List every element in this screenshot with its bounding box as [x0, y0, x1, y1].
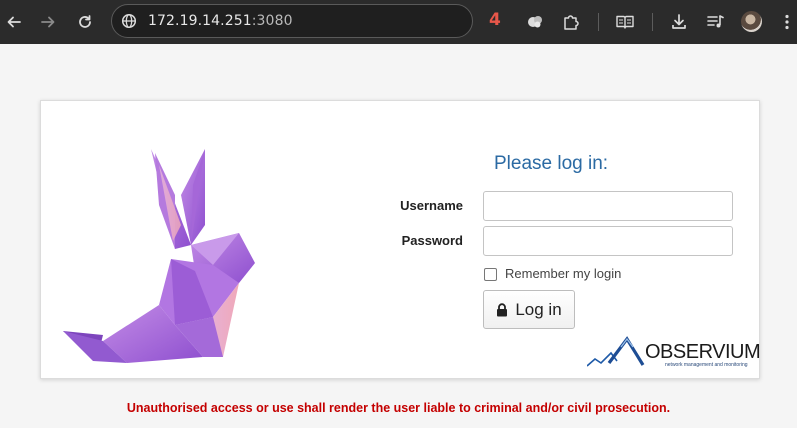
- url-host: 172.19.14.251: [148, 13, 252, 29]
- legal-warning: Unauthorised access or use shall render …: [126, 401, 671, 415]
- lock-icon: [497, 302, 508, 316]
- logo-tagline: network management and monitoring: [665, 362, 748, 368]
- password-field[interactable]: [483, 226, 733, 256]
- menu-icon[interactable]: [773, 8, 797, 36]
- url-port: :3080: [251, 13, 293, 29]
- remember-label[interactable]: Remember my login: [505, 266, 621, 281]
- reading-mode-icon[interactable]: [611, 8, 639, 36]
- username-label: Username: [400, 198, 463, 213]
- login-heading: Please log in:: [494, 153, 609, 174]
- back-icon[interactable]: [0, 8, 28, 36]
- toolbar-separator: [652, 13, 653, 31]
- password-label: Password: [401, 233, 463, 248]
- mountain-logo-icon: [586, 336, 645, 367]
- logo-wordmark: OBSERVIUM: [645, 341, 761, 363]
- username-field[interactable]: [483, 191, 733, 221]
- reload-icon[interactable]: [71, 8, 99, 36]
- origami-rabbit-logo: [63, 145, 258, 371]
- login-button[interactable]: Log in: [483, 290, 575, 329]
- login-panel: Please log in: Username Password Remembe…: [40, 100, 761, 379]
- url-text: 172.19.14.251:3080: [148, 13, 293, 29]
- profile-avatar[interactable]: [741, 11, 762, 32]
- media-queue-icon[interactable]: [701, 8, 729, 36]
- forward-icon[interactable]: [34, 8, 62, 36]
- download-icon[interactable]: [665, 8, 693, 36]
- site-info-icon[interactable]: [115, 7, 143, 35]
- browser-toolbar: 172.19.14.251:3080 4: [0, 0, 797, 44]
- observium-logo: OBSERVIUM network management and monitor…: [586, 335, 761, 373]
- toolbar-separator: [598, 13, 599, 31]
- address-bar[interactable]: 172.19.14.251:3080: [111, 4, 473, 38]
- puzzle-icon[interactable]: [557, 8, 585, 36]
- extension-icon[interactable]: [521, 8, 549, 36]
- extension-badge[interactable]: 4: [489, 10, 501, 30]
- login-button-label: Log in: [515, 299, 562, 319]
- remember-checkbox[interactable]: [484, 268, 497, 281]
